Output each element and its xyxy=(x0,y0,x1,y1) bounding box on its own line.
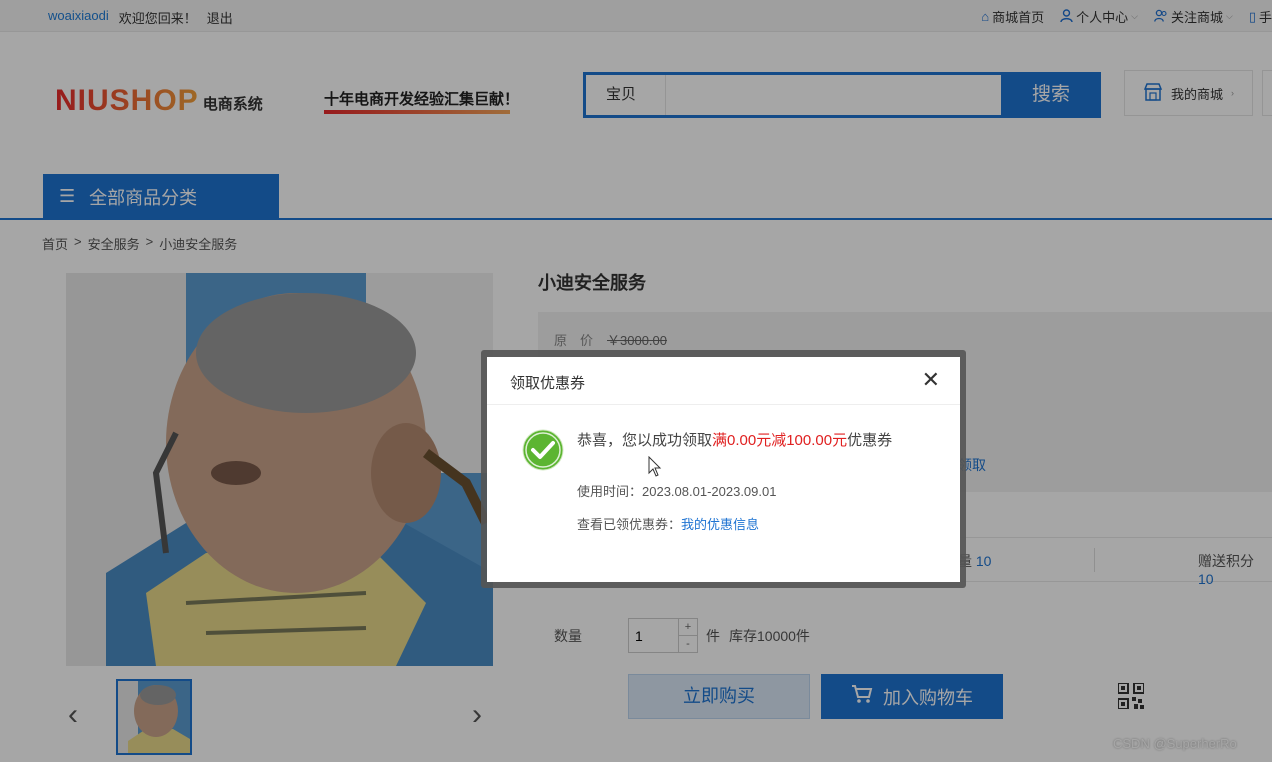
mouse-cursor-icon xyxy=(648,455,664,481)
my-coupons-link[interactable]: 我的优惠信息 xyxy=(681,517,759,532)
view-coupons-label: 查看已领优惠券： xyxy=(577,517,682,532)
success-message: 恭喜，您以成功领取满0.00元减100.00元优惠券 xyxy=(577,429,892,450)
view-coupons-line: 查看已领优惠券：我的优惠信息 xyxy=(577,514,759,533)
close-icon[interactable]: ✕ xyxy=(922,368,940,392)
coupon-amount: 满0.00元减100.00元 xyxy=(712,432,848,449)
coupon-dialog: 领取优惠券 ✕ 恭喜，您以成功领取满0.00元减100.00元优惠券 使用时间：… xyxy=(487,357,960,582)
dialog-title: 领取优惠券 xyxy=(510,375,586,392)
message-suffix: 优惠券 xyxy=(847,432,893,449)
dialog-header: 领取优惠券 ✕ xyxy=(487,357,960,405)
success-check-icon xyxy=(522,429,564,471)
use-time: 使用时间：2023.08.01-2023.09.01 xyxy=(577,484,777,499)
message-prefix: 恭喜，您以成功领取 xyxy=(577,432,713,449)
